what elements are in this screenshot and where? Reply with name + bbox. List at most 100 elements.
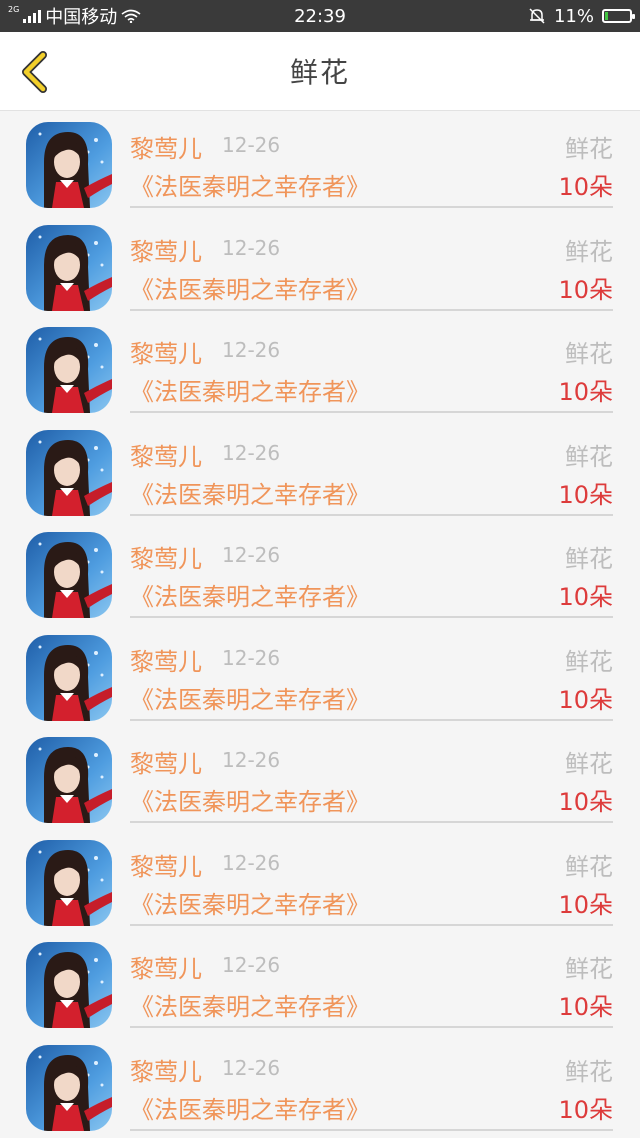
list-item-info: 黎莺儿 12-26 鲜花 《法医秦明之幸存者》 10朵 [130,726,613,823]
gift-date: 12-26 [222,133,281,157]
list-item-info: 黎莺儿 12-26 鲜花 《法医秦明之幸存者》 10朵 [130,214,613,311]
book-title[interactable]: 《法医秦明之幸存者》 [130,680,370,715]
avatar[interactable] [26,327,112,413]
list-item[interactable]: 黎莺儿 12-26 鲜花 《法医秦明之幸存者》 10朵 [0,726,640,829]
gift-type: 鲜花 [565,852,613,881]
list-item[interactable]: 黎莺儿 12-26 鲜花 《法医秦明之幸存者》 10朵 [0,214,640,317]
wifi-icon [121,9,141,23]
gift-list: 黎莺儿 12-26 鲜花 《法医秦明之幸存者》 10朵 黎莺儿 12-26 鲜花… [0,111,640,1136]
book-title[interactable]: 《法医秦明之幸存者》 [130,475,370,510]
silent-bell-icon [529,8,545,24]
avatar-photo [26,634,112,721]
gift-type: 鲜花 [565,237,613,266]
status-time: 22:39 [294,5,346,27]
book-title[interactable]: 《法医秦明之幸存者》 [130,885,370,920]
gift-quantity: 10朵 [558,173,613,201]
gift-type: 鲜花 [565,647,613,676]
book-title[interactable]: 《法医秦明之幸存者》 [130,782,370,817]
book-title[interactable]: 《法医秦明之幸存者》 [130,270,370,305]
chevron-left-icon [22,51,47,93]
gift-date: 12-26 [222,543,281,567]
avatar[interactable] [26,634,112,721]
gift-date: 12-26 [222,338,281,362]
avatar[interactable] [26,122,112,208]
status-left: 2G 中国移动 [8,3,228,29]
network-type: 2G [8,5,20,14]
gift-quantity: 10朵 [558,788,613,816]
gift-quantity: 10朵 [558,275,613,304]
list-item[interactable]: 黎莺儿 12-26 鲜花 《法医秦明之幸存者》 10朵 [0,419,640,522]
list-item[interactable]: 黎莺儿 12-26 鲜花 《法医秦明之幸存者》 10朵 [0,624,640,727]
avatar[interactable] [26,737,112,823]
avatar-photo [26,122,112,208]
list-item[interactable]: 黎莺儿 12-26 鲜花 《法医秦明之幸存者》 10朵 [0,1034,640,1137]
avatar-photo [26,737,112,823]
avatar[interactable] [26,429,112,516]
avatar[interactable] [26,942,112,1028]
gift-quantity: 10朵 [558,1095,613,1124]
book-title[interactable]: 《法医秦明之幸存者》 [130,167,370,202]
gift-type: 鲜花 [565,545,613,573]
avatar-photo [26,327,112,413]
avatar[interactable] [26,224,112,311]
battery-fill [605,12,608,20]
gift-quantity: 10朵 [558,480,613,509]
list-item-info: 黎莺儿 12-26 鲜花 《法医秦明之幸存者》 10朵 [130,624,613,721]
sender-name[interactable]: 黎莺儿 [130,334,202,369]
carrier-label: 中国移动 [45,7,118,28]
gift-date: 12-26 [222,440,281,465]
avatar-photo [26,942,112,1028]
gift-date: 12-26 [222,645,281,670]
list-item-info: 黎莺儿 12-26 鲜花 《法医秦明之幸存者》 10朵 [130,931,613,1028]
gift-date: 12-26 [222,235,281,260]
book-title[interactable]: 《法医秦明之幸存者》 [130,372,370,407]
sender-name[interactable]: 黎莺儿 [130,539,202,574]
status-right: 11% [412,5,635,27]
list-item-info: 黎莺儿 12-26 鲜花 《法医秦明之幸存者》 10朵 [130,419,613,516]
gift-type: 鲜花 [565,340,613,368]
book-title[interactable]: 《法医秦明之幸存者》 [130,577,370,612]
status-bar: 2G 中国移动 22:39 11% [0,0,640,32]
list-item-info: 黎莺儿 12-26 鲜花 《法医秦明之幸存者》 10朵 [130,521,613,618]
sender-name[interactable]: 黎莺儿 [130,232,202,267]
gift-quantity: 10朵 [558,993,613,1021]
sender-name[interactable]: 黎莺儿 [130,129,202,164]
book-title[interactable]: 《法医秦明之幸存者》 [130,1090,370,1125]
gift-type: 鲜花 [565,135,613,163]
avatar-photo [26,429,112,516]
battery-percent: 11% [553,5,594,27]
sender-name[interactable]: 黎莺儿 [130,437,202,472]
gift-type: 鲜花 [565,750,613,778]
gift-quantity: 10朵 [558,685,613,714]
avatar[interactable] [26,839,112,926]
sender-name[interactable]: 黎莺儿 [130,642,202,677]
list-item[interactable]: 黎莺儿 12-26 鲜花 《法医秦明之幸存者》 10朵 [0,931,640,1034]
header: 鲜花 [0,32,640,111]
avatar-photo [26,839,112,926]
gift-type: 鲜花 [565,442,613,471]
list-item-info: 黎莺儿 12-26 鲜花 《法医秦明之幸存者》 10朵 [130,316,613,413]
book-title[interactable]: 《法医秦明之幸存者》 [130,987,370,1022]
back-button[interactable] [14,50,54,94]
sender-name[interactable]: 黎莺儿 [130,949,202,984]
page-title: 鲜花 [289,56,350,89]
gift-date: 12-26 [222,850,281,875]
avatar[interactable] [26,532,112,618]
list-item[interactable]: 黎莺儿 12-26 鲜花 《法医秦明之幸存者》 10朵 [0,521,640,624]
avatar-photo [26,532,112,618]
sender-name[interactable]: 黎莺儿 [130,744,202,779]
gift-date: 12-26 [222,748,281,772]
list-item-info: 黎莺儿 12-26 鲜花 《法医秦明之幸存者》 10朵 [130,829,613,926]
signal-icon [23,9,42,23]
gift-quantity: 10朵 [558,583,613,611]
sender-name[interactable]: 黎莺儿 [130,1052,202,1087]
avatar[interactable] [26,1044,112,1131]
list-item[interactable]: 黎莺儿 12-26 鲜花 《法医秦明之幸存者》 10朵 [0,111,640,214]
gift-date: 12-26 [222,953,281,977]
avatar-photo [26,1044,112,1131]
gift-quantity: 10朵 [558,378,613,406]
list-item[interactable]: 黎莺儿 12-26 鲜花 《法医秦明之幸存者》 10朵 [0,829,640,932]
list-item[interactable]: 黎莺儿 12-26 鲜花 《法医秦明之幸存者》 10朵 [0,316,640,419]
gift-quantity: 10朵 [558,890,613,919]
sender-name[interactable]: 黎莺儿 [130,847,202,882]
